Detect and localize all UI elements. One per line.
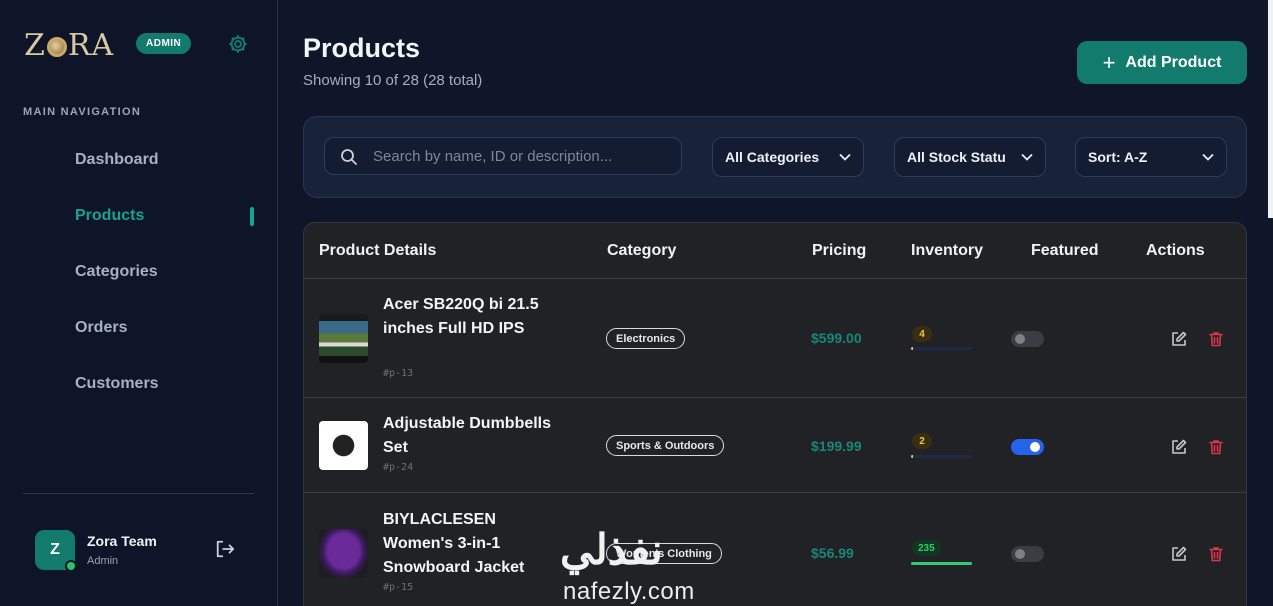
- search-input[interactable]: [373, 138, 673, 174]
- online-status-dot: [65, 560, 77, 572]
- sidebar-item-categories[interactable]: Categories: [75, 263, 158, 281]
- edit-icon[interactable]: [1170, 545, 1188, 563]
- logo-ring-icon: [46, 36, 67, 57]
- search-icon: [341, 149, 357, 165]
- watermark-latin: nafezly.com: [563, 578, 695, 605]
- product-name: Acer SB220Q bi 21.5 inches Full HD IPS: [383, 296, 539, 337]
- page-title: Products: [303, 33, 421, 63]
- admin-badge: ADMIN: [136, 33, 192, 54]
- user-name: Zora Team: [87, 533, 157, 549]
- delete-icon[interactable]: [1207, 330, 1225, 348]
- sidebar-item-products[interactable]: Products: [75, 207, 144, 225]
- delete-icon[interactable]: [1207, 438, 1225, 456]
- category-badge: Sports & Outdoors: [606, 435, 725, 456]
- stock-level-fill: [911, 455, 913, 458]
- sidebar-item-dashboard[interactable]: Dashboard: [75, 151, 159, 169]
- product-id: #p-15: [383, 582, 414, 593]
- sidebar-divider: [23, 493, 254, 494]
- stock-level-bar: [911, 347, 972, 350]
- product-thumbnail-dumbbells: [319, 421, 368, 470]
- nav-heading: MAIN NAVIGATION: [23, 106, 142, 118]
- stock-level-bar: [911, 455, 972, 458]
- delete-icon[interactable]: [1207, 545, 1225, 563]
- stock-count-badge: 4: [912, 326, 932, 342]
- logo-text-right: RA: [67, 28, 115, 63]
- sort-value: Sort: A-Z: [1088, 149, 1148, 165]
- stock-count-badge: 2: [912, 433, 932, 449]
- chevron-down-icon: [839, 153, 851, 161]
- scrollbar[interactable]: [1268, 0, 1273, 218]
- page-subtitle: Showing 10 of 28 (28 total): [303, 72, 483, 89]
- product-price: $56.99: [811, 545, 854, 561]
- column-header-pricing: Pricing: [812, 242, 867, 259]
- chevron-down-icon: [1021, 153, 1033, 161]
- user-role: Admin: [87, 555, 119, 567]
- featured-toggle[interactable]: [1011, 546, 1044, 562]
- stock-filter-value: All Stock Statu: [907, 149, 1006, 165]
- toggle-knob: [1015, 549, 1025, 559]
- search-box[interactable]: [324, 137, 682, 175]
- product-price: $599.00: [811, 330, 862, 346]
- edit-icon[interactable]: [1170, 330, 1188, 348]
- zora-logo[interactable]: Z RA: [24, 28, 114, 63]
- column-header-category: Category: [607, 242, 677, 259]
- chevron-down-icon: [1202, 153, 1214, 161]
- sidebar: Z RA ADMIN MAIN NAVIGATION Dashboard Pro…: [0, 0, 278, 606]
- watermark-arabic: نفذلي: [560, 526, 663, 573]
- sidebar-item-customers[interactable]: Customers: [75, 375, 159, 393]
- table-row[interactable]: Acer SB220Q bi 21.5 inches Full HD IPS #…: [304, 279, 1246, 397]
- edit-icon[interactable]: [1170, 438, 1188, 456]
- stock-count-badge: 235: [912, 540, 941, 556]
- sidebar-item-orders[interactable]: Orders: [75, 319, 127, 337]
- category-badge: Electronics: [606, 328, 686, 349]
- add-product-button[interactable]: + Add Product: [1077, 41, 1247, 84]
- gear-icon[interactable]: [227, 33, 249, 55]
- toggle-knob: [1015, 334, 1025, 344]
- product-id: #p-24: [383, 462, 414, 473]
- product-name: BIYLACLESEN Women's 3-in-1 Snowboard Jac…: [383, 511, 525, 576]
- featured-toggle[interactable]: [1011, 331, 1044, 347]
- active-indicator: [250, 207, 254, 226]
- plus-icon: +: [1102, 49, 1116, 75]
- add-product-label: Add Product: [1125, 53, 1222, 71]
- stock-filter-select[interactable]: All Stock Statu: [894, 137, 1046, 177]
- stock-level-fill: [911, 562, 972, 565]
- stock-level-fill: [911, 347, 913, 350]
- logo-text-left: Z: [24, 28, 46, 63]
- logout-icon[interactable]: [214, 539, 236, 559]
- sort-select[interactable]: Sort: A-Z: [1075, 137, 1227, 177]
- product-price: $199.99: [811, 438, 862, 454]
- featured-toggle[interactable]: [1011, 439, 1044, 455]
- toggle-knob: [1030, 442, 1040, 452]
- category-filter-select[interactable]: All Categories: [712, 137, 864, 177]
- table-row[interactable]: Adjustable Dumbbells Set #p-24 Sports & …: [304, 398, 1246, 492]
- column-header-product-details: Product Details: [319, 242, 437, 259]
- column-header-inventory: Inventory: [911, 242, 984, 259]
- products-table: Product Details Category Pricing Invento…: [303, 222, 1247, 606]
- product-thumbnail-monitor: [319, 314, 368, 363]
- product-thumbnail-jacket: [319, 529, 368, 578]
- filter-bar: All Categories All Stock Statu Sort: A-Z: [303, 116, 1247, 198]
- product-id: #p-13: [383, 368, 414, 379]
- product-name: Adjustable Dumbbells Set: [383, 415, 552, 456]
- column-header-actions: Actions: [1146, 242, 1205, 259]
- table-row[interactable]: BIYLACLESEN Women's 3-in-1 Snowboard Jac…: [304, 493, 1246, 606]
- category-filter-value: All Categories: [725, 149, 820, 165]
- column-header-featured: Featured: [1031, 242, 1099, 259]
- stock-level-bar: [911, 562, 972, 565]
